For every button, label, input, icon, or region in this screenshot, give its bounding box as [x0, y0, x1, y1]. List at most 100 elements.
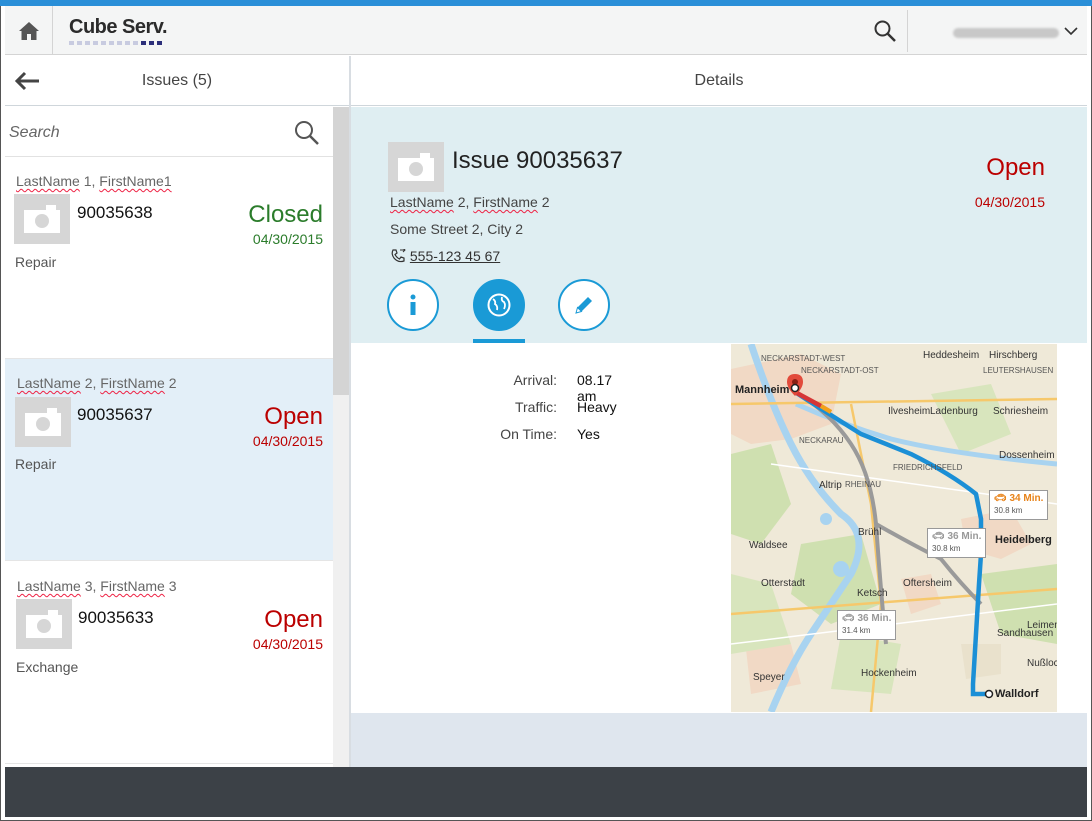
- customer-name: LastName 2, FirstName 2: [390, 194, 550, 210]
- shell-separator: [907, 10, 908, 52]
- issue-thumbnail: [16, 599, 72, 649]
- issue-type: Repair: [15, 254, 57, 270]
- camera-icon: [26, 610, 62, 638]
- traffic-value: Heavy: [577, 399, 617, 415]
- map-label: Heidelberg: [995, 534, 1052, 546]
- map-label: Walldorf: [995, 688, 1039, 700]
- camera-icon: [24, 205, 60, 233]
- traffic-label: Traffic:: [514, 399, 557, 415]
- issue-number: 90035637: [77, 405, 153, 424]
- issue-image: [388, 142, 444, 192]
- car-icon: 🚗︎: [932, 531, 945, 542]
- home-icon: [18, 21, 39, 40]
- master-title: Issues (5): [141, 72, 213, 89]
- map-label: Oftersheim: [903, 578, 952, 589]
- map-label: Hirschberg: [989, 350, 1038, 361]
- map-label: Schriesheim: [993, 406, 1049, 417]
- map-background: [731, 344, 1057, 712]
- map-label: Ketsch: [857, 588, 888, 599]
- shell-search-button[interactable]: [867, 16, 903, 46]
- object-header: Issue 90035637 Open 04/30/2015 LastName …: [351, 107, 1087, 343]
- chevron-down-icon[interactable]: [1062, 22, 1080, 40]
- list-scrollbar[interactable]: [333, 107, 349, 767]
- search-input[interactable]: [9, 121, 279, 145]
- logo-text: Cube Serv.: [69, 16, 168, 38]
- issue-date: 04/30/2015: [974, 194, 1045, 210]
- info-icon: [410, 294, 416, 315]
- issue-customer-name: LastName 3, FirstName 3: [17, 578, 177, 594]
- map-label: Ladenburg: [930, 406, 978, 417]
- customer-phone-link[interactable]: 555-123 45 67: [390, 247, 500, 264]
- detail-footer: [351, 713, 1087, 767]
- issue-number: 90035633: [78, 608, 154, 627]
- tab-info[interactable]: [387, 279, 439, 331]
- detail-header: Details: [351, 56, 1087, 106]
- user-name-blurred[interactable]: [953, 28, 1059, 38]
- map-label: Brühl: [858, 527, 882, 538]
- phone-icon: [391, 247, 406, 263]
- issue-date: 04/30/2015: [252, 433, 323, 449]
- issue-status: Closed: [248, 201, 323, 228]
- scrollbar-thumb[interactable]: [333, 107, 349, 395]
- home-button[interactable]: [5, 6, 53, 55]
- tab-edit[interactable]: [558, 279, 610, 331]
- camera-icon: [25, 408, 61, 436]
- customer-address: Some Street 2, City 2: [390, 221, 524, 237]
- detail-title: Details: [694, 72, 744, 89]
- on-time-value: Yes: [577, 426, 600, 442]
- map-label: Speyer: [753, 672, 785, 683]
- on-time-label: On Time:: [500, 426, 557, 442]
- logo-dots: [69, 41, 179, 45]
- map-label: NECKARAU: [799, 436, 844, 445]
- map-label: NECKARSTADT-WEST: [761, 354, 846, 363]
- bottom-bar: [5, 767, 1087, 817]
- pencil-icon: [575, 297, 592, 314]
- issue-number: 90035638: [77, 203, 153, 222]
- master-header: Issues (5): [5, 56, 349, 106]
- map-label: Altrip: [819, 480, 842, 491]
- company-logo: Cube Serv.: [69, 16, 179, 48]
- issue-thumbnail: [14, 194, 70, 244]
- route-option-2[interactable]: 🚗︎ 36 Min. 30.8 km: [927, 528, 987, 558]
- route-option-1[interactable]: 🚗︎ 34 Min. 30.8 km: [989, 490, 1049, 520]
- search-icon[interactable]: [293, 119, 321, 147]
- issue-customer-name: LastName 2, FirstName 2: [17, 375, 177, 391]
- route-map[interactable]: NECKARSTADT-WEST Heddesheim Hirschberg M…: [731, 344, 1057, 712]
- map-label: RHEINAU: [845, 480, 882, 489]
- issue-thumbnail: [15, 397, 71, 447]
- camera-icon: [398, 153, 434, 181]
- issue-list-item[interactable]: LastName 1, FirstName1 90035638 Closed 0…: [5, 157, 333, 359]
- issue-customer-name: LastName 1, FirstName1: [16, 173, 172, 189]
- map-label: Waldsee: [749, 540, 788, 551]
- tab-map[interactable]: [473, 279, 525, 331]
- shell-header: Cube Serv.: [5, 6, 1087, 55]
- map-label: Hockenheim: [861, 668, 917, 679]
- car-icon: 🚗︎: [842, 613, 855, 624]
- issue-list-item-selected[interactable]: LastName 2, FirstName 2 90035637 Open 04…: [5, 359, 333, 561]
- map-label: NECKARSTADT-OST: [801, 366, 879, 375]
- issue-date: 04/30/2015: [252, 231, 323, 247]
- globe-icon: [487, 293, 511, 317]
- issue-status: Open: [264, 606, 323, 633]
- arrival-label: Arrival:: [513, 372, 557, 388]
- issue-type: Repair: [15, 456, 57, 472]
- map-label: Dossenheim: [999, 450, 1055, 461]
- issue-type: Exchange: [16, 659, 79, 675]
- map-label: Heddesheim: [923, 350, 980, 361]
- map-label: Otterstadt: [761, 578, 805, 589]
- map-label: Nußloch: [1027, 658, 1057, 669]
- car-icon: 🚗︎: [994, 493, 1007, 504]
- issue-date: 04/30/2015: [252, 636, 323, 652]
- search-bar: [5, 107, 333, 157]
- map-label: LEUTERSHAUSEN: [983, 366, 1054, 375]
- map-label: Sandhausen: [997, 628, 1054, 639]
- map-label: FRIEDRICHSFELD: [893, 463, 963, 472]
- map-label: Mannheim: [735, 384, 790, 396]
- route-option-3[interactable]: 🚗︎ 36 Min. 31.4 km: [837, 610, 897, 640]
- search-icon: [874, 20, 896, 42]
- issue-status: Open: [264, 403, 323, 430]
- map-label: Ilvesheim: [888, 406, 931, 417]
- issue-list-item[interactable]: LastName 3, FirstName 3 90035633 Open 04…: [5, 562, 333, 764]
- issue-title: Issue 90035637: [452, 147, 623, 174]
- issue-status: Open: [986, 154, 1045, 181]
